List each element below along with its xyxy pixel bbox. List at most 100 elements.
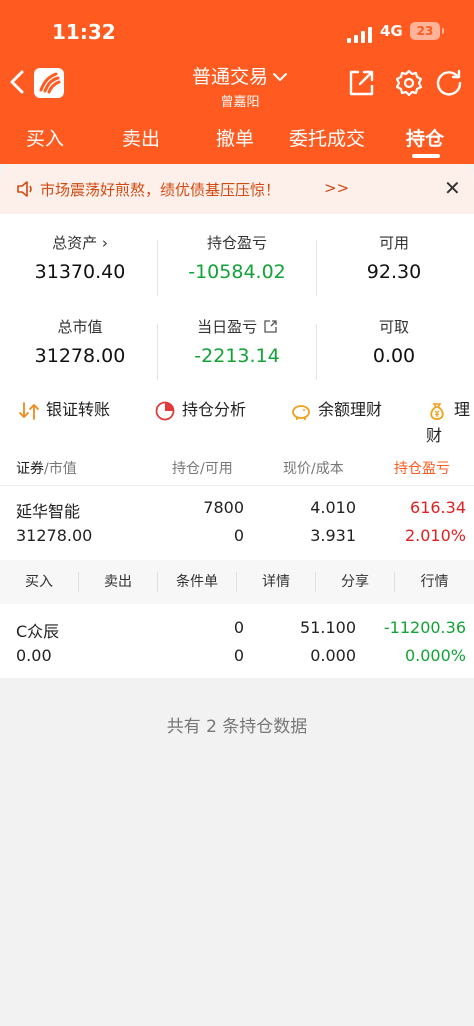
settings-button[interactable] — [394, 68, 424, 98]
wealth-management-button[interactable]: 理财 — [426, 396, 474, 446]
position-pl-label: 持仓盈亏 — [206, 234, 267, 252]
share-button[interactable] — [346, 68, 376, 98]
row-buy-button[interactable]: 买入 — [0, 560, 78, 604]
current-price: 51.100 — [300, 618, 356, 637]
row-sell-button[interactable]: 卖出 — [79, 560, 157, 604]
col-market-value-label: /市值 — [44, 461, 77, 477]
divider — [316, 324, 317, 380]
row-details-button[interactable]: 详情 — [237, 560, 315, 604]
signal-icon — [347, 27, 373, 43]
available-value: 92.30 — [366, 261, 422, 283]
col-available-label: /可用 — [200, 461, 233, 477]
withdrawable-funds: 可取 0.00 — [334, 316, 454, 367]
cost-price: 3.931 — [310, 526, 356, 545]
chevron-down-icon — [272, 68, 288, 87]
available-qty: 0 — [233, 526, 244, 545]
app-header: 11:32 4G 23 普通交易 曾嘉阳 买入 卖出 撤单 委托成交 持仓 — [0, 0, 474, 164]
money-bag-icon — [430, 402, 444, 420]
holdings-count-note: 共有 2 条持仓数据 — [166, 717, 308, 737]
table-header: 证券/市值 持仓/可用 现价/成本 持仓盈亏 — [0, 446, 474, 486]
daily-pl[interactable]: 当日盈亏 -2213.14 — [170, 316, 304, 367]
quick-actions: 银证转账 持仓分析 余额理财 理财 — [0, 390, 474, 445]
notice-text: 市场震荡好煎熬，绩优债基压压惊！ — [40, 181, 281, 199]
tab-sell[interactable]: 卖出 — [122, 124, 160, 151]
tab-buy[interactable]: 买入 — [26, 124, 64, 151]
pl-percent: 2.010% — [404, 526, 466, 545]
col-cost-label: /成本 — [311, 461, 344, 477]
tab-orders[interactable]: 委托成交 — [289, 124, 365, 151]
available-funds: 可用 92.30 — [334, 232, 454, 283]
position-analysis-button[interactable]: 持仓分析 — [154, 396, 246, 422]
pl-amount: -11200.36 — [383, 618, 466, 637]
col-security-label: 证券 — [16, 461, 44, 477]
total-assets-value: 31370.40 — [34, 261, 126, 283]
security-name: C众辰 — [16, 622, 60, 641]
notice-close-button[interactable]: ✕ — [444, 176, 461, 200]
balance-wealth-button[interactable]: 余额理财 — [290, 396, 382, 422]
transfer-icon — [19, 401, 39, 420]
speaker-icon — [17, 181, 32, 197]
broker-logo[interactable] — [34, 68, 64, 98]
bank-transfer-button[interactable]: 银证转账 — [18, 396, 110, 422]
balance-wealth-label: 余额理财 — [318, 400, 383, 419]
divider — [157, 240, 158, 296]
position-qty: 0 — [233, 618, 244, 637]
available-qty: 0 — [233, 646, 244, 665]
holdings-table: 证券/市值 持仓/可用 现价/成本 持仓盈亏 延华智能 7800 4.010 6… — [0, 446, 474, 678]
back-button[interactable] — [8, 68, 32, 100]
row-actions: 买入 卖出 条件单 详情 分享 行情 — [0, 560, 474, 604]
market-value-label: 总市值 — [57, 318, 103, 336]
total-assets-label: 总资产 — [52, 234, 98, 252]
status-bar: 11:32 4G 23 — [0, 18, 474, 46]
col-position[interactable]: 持仓/可用 — [172, 458, 233, 478]
available-label: 可用 — [378, 234, 409, 252]
active-tab-indicator — [412, 154, 440, 158]
battery-icon: 23 — [410, 22, 444, 40]
chevron-right-icon: › — [97, 234, 108, 252]
daily-pl-value: -2213.14 — [194, 345, 280, 367]
total-assets[interactable]: 总资产 › 31370.40 — [20, 232, 140, 283]
network-type: 4G — [380, 22, 403, 40]
cost-price: 0.000 — [310, 646, 356, 665]
col-position-label: 持仓 — [172, 461, 200, 477]
share-icon — [349, 70, 374, 96]
logo-icon — [39, 72, 61, 94]
security-name: 延华智能 — [16, 502, 81, 521]
tab-positions[interactable]: 持仓 — [406, 124, 444, 151]
market-value: 31278.00 — [16, 526, 93, 545]
chevron-left-icon — [10, 70, 24, 94]
row-share-button[interactable]: 分享 — [316, 560, 394, 604]
piggy-bank-icon — [292, 404, 310, 420]
daily-pl-label: 当日盈亏 — [197, 318, 258, 336]
col-price-label: 现价 — [283, 461, 311, 477]
position-qty: 7800 — [203, 498, 244, 517]
current-price: 4.010 — [310, 498, 356, 517]
position-analysis-label: 持仓分析 — [182, 400, 247, 419]
col-security[interactable]: 证券/市值 — [16, 458, 77, 478]
pie-chart-icon — [155, 401, 175, 420]
refresh-button[interactable] — [434, 68, 464, 98]
withdrawable-label: 可取 — [378, 318, 409, 336]
col-pl[interactable]: 持仓盈亏 — [394, 458, 474, 478]
status-time: 11:32 — [52, 20, 116, 44]
position-pl-value: -10584.02 — [188, 261, 286, 283]
col-price[interactable]: 现价/成本 — [283, 458, 344, 478]
pl-amount: 616.34 — [410, 498, 466, 517]
divider — [316, 240, 317, 296]
external-link-icon — [264, 320, 277, 333]
account-switcher[interactable]: 普通交易 曾嘉阳 — [170, 62, 310, 110]
pl-percent: 0.000% — [404, 646, 466, 665]
tab-cancel[interactable]: 撤单 — [216, 124, 254, 151]
row-conditional-order-button[interactable]: 条件单 — [158, 560, 236, 604]
position-pl: 持仓盈亏 -10584.02 — [170, 232, 304, 283]
market-value-value: 31278.00 — [34, 345, 126, 367]
gear-icon — [395, 69, 423, 97]
notice-banner[interactable]: 市场震荡好煎熬，绩优债基压压惊！ >> ✕ — [0, 164, 474, 214]
account-name: 曾嘉阳 — [220, 95, 260, 110]
divider — [157, 324, 158, 380]
notice-more-link[interactable]: >> — [324, 179, 349, 197]
refresh-icon — [436, 69, 462, 96]
page-title: 普通交易 — [191, 66, 268, 88]
trade-tabs: 买入 卖出 撤单 委托成交 持仓 — [0, 118, 474, 158]
row-quote-button[interactable]: 行情 — [395, 560, 474, 604]
